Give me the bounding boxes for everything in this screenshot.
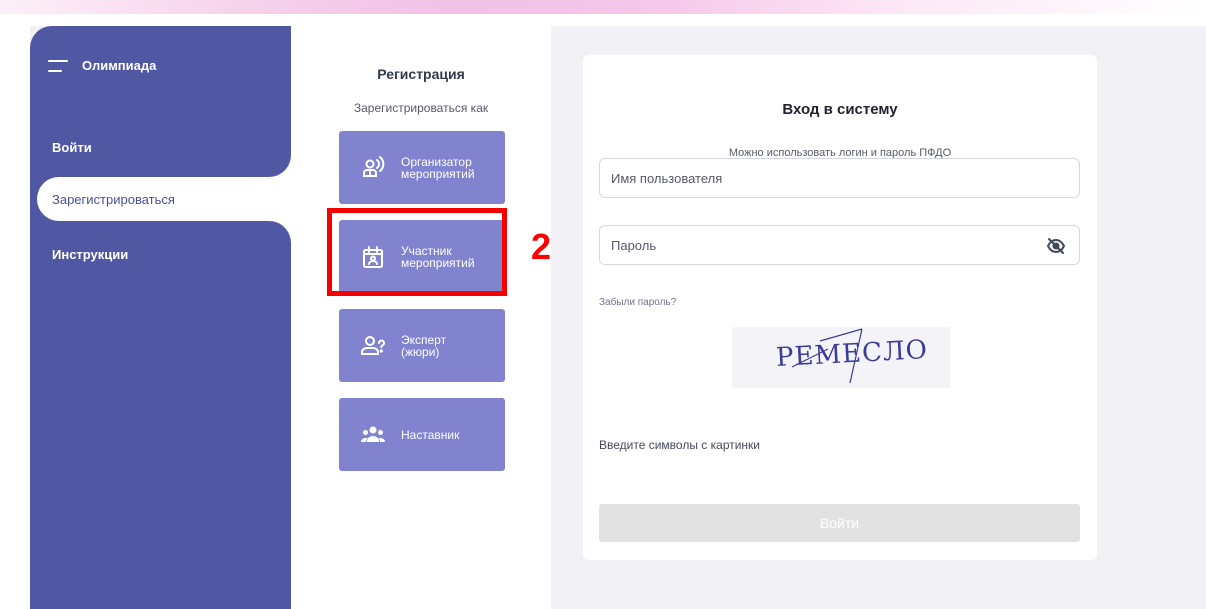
username-placeholder: Имя пользователя	[611, 170, 723, 186]
username-input[interactable]: Имя пользователя	[599, 158, 1080, 198]
annotation-step-number: 2	[531, 226, 552, 267]
login-button[interactable]: Войти	[599, 504, 1080, 542]
registration-subtitle: Зарегистрироваться как	[353, 101, 489, 115]
login-card: Вход в систему Можно использовать логин …	[583, 55, 1097, 560]
eye-off-icon[interactable]	[1046, 236, 1066, 256]
app-window: Олимпиада Войти Зарегистрироваться Инстр…	[30, 26, 1206, 609]
sidebar-header: Олимпиада	[48, 58, 156, 73]
captcha-hint: Введите символы с картинки	[599, 438, 761, 452]
sidebar-title: Олимпиада	[82, 58, 157, 73]
expert-icon	[359, 332, 387, 360]
group-icon	[359, 421, 387, 449]
sidebar-item-register[interactable]: Зарегистрироваться	[37, 177, 297, 221]
annotation-highlight-box	[327, 208, 507, 296]
password-input[interactable]: Пароль	[599, 225, 1080, 265]
sidebar: Олимпиада Войти Зарегистрироваться Инстр…	[30, 26, 297, 609]
registration-title: Регистрация	[377, 66, 465, 82]
role-organizer-button[interactable]: Организатор мероприятий	[339, 131, 505, 204]
registration-panel: Регистрация Зарегистрироваться как Орган…	[291, 26, 551, 609]
role-expert-button[interactable]: Эксперт (жюри)	[339, 309, 505, 382]
role-mentor-label: Наставник	[401, 427, 460, 442]
hamburger-icon[interactable]	[48, 59, 68, 73]
password-placeholder: Пароль	[611, 237, 657, 253]
sidebar-item-instructions[interactable]: Инструкции	[30, 232, 291, 276]
role-mentor-button[interactable]: Наставник	[339, 398, 505, 471]
role-organizer-label: Организатор мероприятий	[401, 154, 475, 181]
forgot-password-link[interactable]: Забыли пароль?	[599, 297, 676, 308]
sidebar-item-login[interactable]: Войти	[30, 125, 291, 169]
captcha-image: РЕМЕСЛО	[732, 327, 950, 388]
role-expert-label: Эксперт (жюри)	[401, 332, 447, 359]
login-title: Вход в систему	[782, 101, 898, 118]
organizer-icon	[359, 154, 387, 182]
top-banner-glow	[0, 0, 1206, 14]
